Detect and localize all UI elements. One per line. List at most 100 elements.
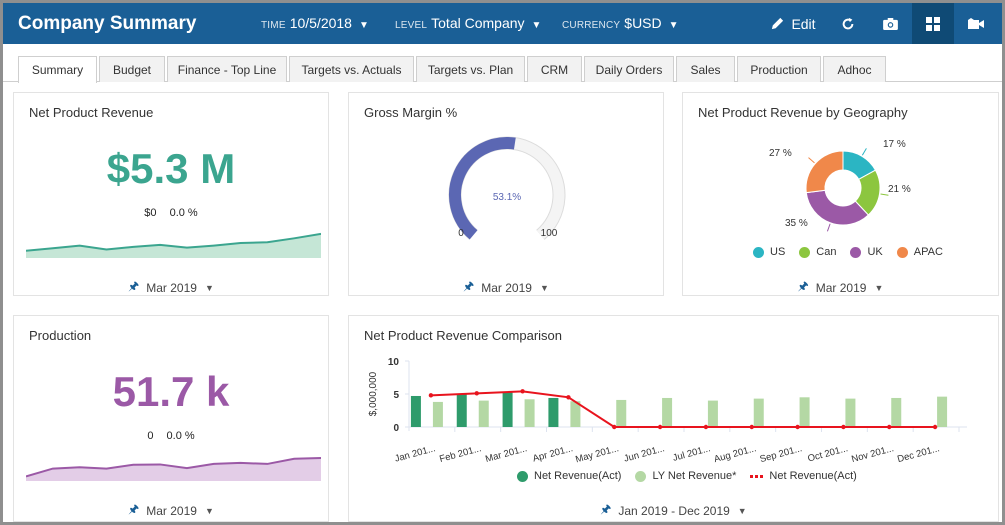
combo-legend: Net Revenue(Act) LY Net Revenue* Net Reven… <box>517 470 871 482</box>
line-point[interactable] <box>657 424 663 430</box>
comparison-card: Net Product Revenue Comparison $,000,000… <box>348 315 999 522</box>
tab-targets-vs-actuals[interactable]: Targets vs. Actuals <box>289 56 414 82</box>
line-point[interactable] <box>474 391 479 396</box>
period-selector[interactable]: 🖈 Mar 2019 ▼ <box>14 277 328 298</box>
bar-net-revenue-act[interactable] <box>548 397 559 427</box>
caret-down-icon: ▼ <box>737 505 747 516</box>
bar-ly-net-revenue[interactable] <box>799 397 810 427</box>
period-selector[interactable]: 🖈 Mar 2019 ▼ <box>14 500 328 521</box>
caret-down-icon: ▼ <box>204 282 214 293</box>
x-tick-label: Dec 201... <box>896 443 941 464</box>
time-filter[interactable]: TIME 10/5/2018 ▼ <box>261 15 369 31</box>
bar-net-revenue-act[interactable] <box>502 392 513 427</box>
x-tick-label: Apr 201... <box>532 443 575 464</box>
pencil-icon <box>772 17 784 30</box>
tab-daily-orders[interactable]: Daily Orders <box>584 56 674 82</box>
bar-ly-net-revenue[interactable] <box>432 401 443 427</box>
line-point[interactable] <box>795 424 800 430</box>
period-selector[interactable]: 🖈 Mar 2019 ▼ <box>349 277 663 298</box>
bar-ly-net-revenue[interactable] <box>616 399 627 427</box>
line-point[interactable] <box>520 389 525 394</box>
tab-crm[interactable]: CRM <box>527 56 582 82</box>
legend-item[interactable]: Net Revenue(Act) <box>517 470 621 482</box>
pin-icon: 🖈 <box>463 279 475 293</box>
period-selector[interactable]: 🖈 Mar 2019 ▼ <box>683 277 998 298</box>
legend-label: Net Revenue(Act) <box>534 470 622 482</box>
layout-view-button[interactable] <box>912 3 954 44</box>
bar-ly-net-revenue[interactable] <box>937 396 948 427</box>
x-tick-label: Mar 201... <box>484 443 528 464</box>
legend-label: Net Revenue(Act) <box>769 470 857 482</box>
legend-item-us[interactable]: US <box>753 246 785 258</box>
kpi-value: $5.3 M <box>106 145 236 192</box>
legend-label: APAC <box>913 246 943 258</box>
x-tick-label: Feb 201... <box>438 443 482 464</box>
tab-bar: Summary Budget Finance - Top Line Target… <box>3 56 1002 83</box>
period-selector[interactable]: 🖈 Jan 2019 - Dec 2019 ▼ <box>349 500 998 521</box>
line-point[interactable] <box>566 395 571 400</box>
bar-ly-net-revenue[interactable] <box>845 398 856 427</box>
x-tick-label: Oct 201... <box>807 443 850 464</box>
legend-item[interactable]: LY Net Revenue* <box>635 470 736 482</box>
bar-net-revenue-act[interactable] <box>410 395 421 427</box>
line-point[interactable] <box>612 424 617 430</box>
refresh-button[interactable] <box>828 3 868 44</box>
tab-summary[interactable]: Summary <box>18 56 97 83</box>
period-label: Mar 2019 <box>481 280 532 295</box>
bar-ly-net-revenue[interactable] <box>707 400 718 427</box>
legend-item-uk[interactable]: UK <box>850 246 883 258</box>
line-point[interactable] <box>749 424 754 430</box>
tab-targets-vs-plan[interactable]: Targets vs. Plan <box>416 56 525 82</box>
kpi-delta-pct: 0.0 % <box>169 207 198 219</box>
filter-label: LEVEL <box>395 20 428 31</box>
line-point[interactable] <box>428 393 434 398</box>
line-point[interactable] <box>841 424 846 430</box>
x-tick-label: Sep 201... <box>759 443 804 464</box>
caret-down-icon: ▼ <box>668 20 679 31</box>
edit-button[interactable]: Edit <box>763 3 823 44</box>
legend-label: LY Net Revenue* <box>652 470 737 482</box>
legend-swatch <box>517 470 528 482</box>
line-point[interactable] <box>932 424 938 430</box>
legend-swatch <box>799 246 811 258</box>
line-point[interactable] <box>703 424 709 430</box>
tab-adhoc[interactable]: Adhoc <box>823 56 886 82</box>
page-title: Company Summary <box>18 13 197 34</box>
bar-ly-net-revenue[interactable] <box>524 399 535 427</box>
caret-down-icon: ▼ <box>531 20 542 31</box>
donut-slice-apac[interactable] <box>805 150 844 194</box>
kpi-delta: $0 0.0 % <box>14 207 328 219</box>
bar-ly-net-revenue[interactable] <box>753 398 764 427</box>
card-title: Production <box>29 328 92 343</box>
level-filter[interactable]: LEVEL Total Company ▼ <box>395 15 541 31</box>
net-revenue-card: Net Product Revenue $5.3 M $0 0.0 % 🖈 Ma… <box>13 92 329 296</box>
bar-ly-net-revenue[interactable] <box>662 397 673 427</box>
donut-leader-line <box>808 157 815 164</box>
tab-sales[interactable]: Sales <box>676 56 735 82</box>
line-point[interactable] <box>887 424 892 430</box>
legend-item-apac[interactable]: APAC <box>896 246 943 258</box>
video-icon <box>968 17 984 29</box>
legend-label: UK <box>867 246 883 258</box>
currency-filter[interactable]: CURRENCY $USD ▼ <box>562 15 679 31</box>
bar-ly-net-revenue[interactable] <box>478 400 489 427</box>
tab-budget[interactable]: Budget <box>99 56 165 82</box>
card-title: Net Product Revenue Comparison <box>364 328 562 343</box>
pin-icon: 🖈 <box>600 502 612 516</box>
y-tick-label: 0 <box>393 423 399 434</box>
tab-finance-top-line[interactable]: Finance - Top Line <box>167 56 287 82</box>
geography-donut-chart: 17 % 21 % 35 % 27 % <box>769 139 911 232</box>
legend-item[interactable]: Net Revenue(Act) <box>750 470 857 482</box>
y-axis-label: $,000,000 <box>368 371 379 416</box>
bar-ly-net-revenue[interactable] <box>891 397 902 427</box>
bar-net-revenue-act[interactable] <box>456 394 467 427</box>
snapshot-button[interactable] <box>869 3 911 44</box>
filter-value: $USD <box>624 15 662 31</box>
refresh-icon <box>842 17 854 29</box>
legend-item-can[interactable]: Can <box>799 246 836 258</box>
gross-margin-gauge: 53.1% 0 100 <box>448 136 566 240</box>
tab-production[interactable]: Production <box>737 56 821 82</box>
presentation-button[interactable] <box>955 3 997 44</box>
filter-value: Total Company <box>431 15 525 31</box>
gauge-value-label: 53.1% <box>493 192 521 203</box>
